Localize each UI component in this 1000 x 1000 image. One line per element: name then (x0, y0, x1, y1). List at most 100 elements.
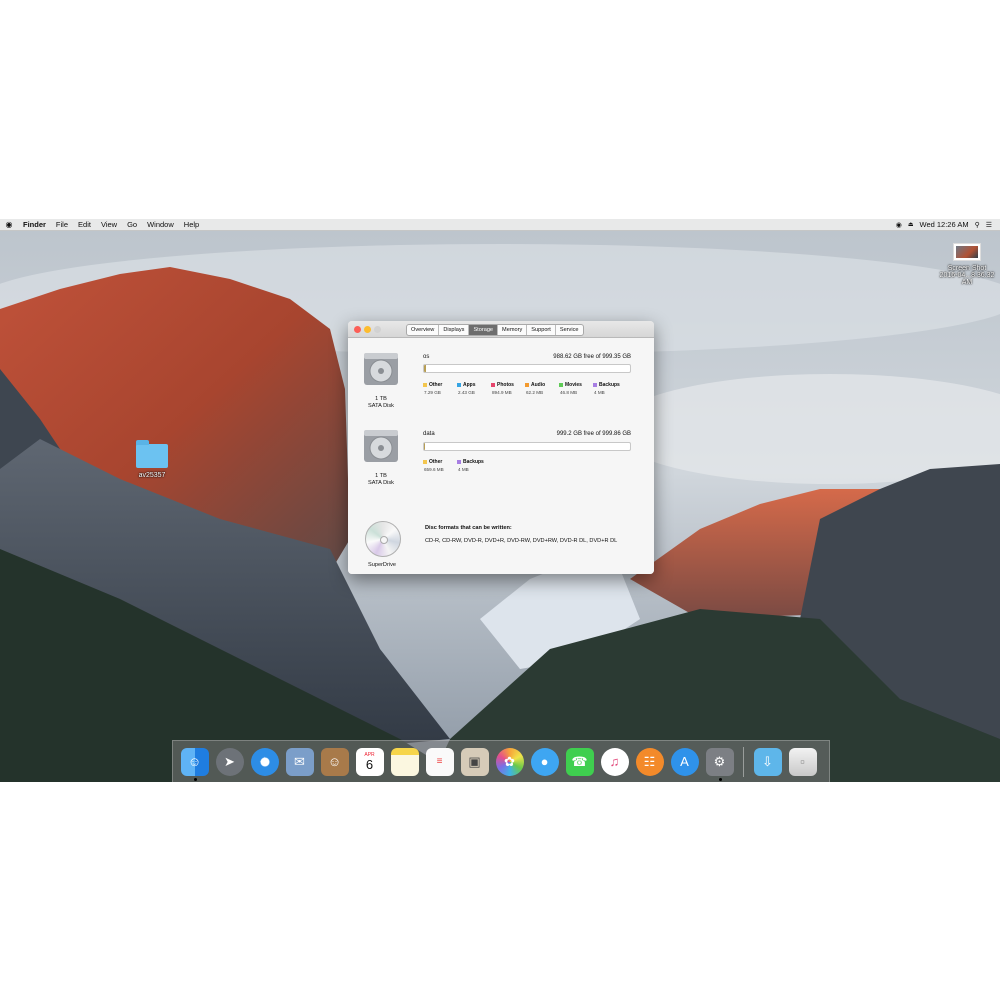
menu-app-name[interactable]: Finder (18, 219, 51, 231)
mail-icon[interactable]: ✉ (285, 747, 314, 776)
menu-help[interactable]: Help (179, 219, 204, 231)
desktop-screen: ◉ Finder File Edit View Go Window Help ◉… (0, 219, 1000, 782)
legend-value: 46.8 MB (560, 390, 578, 395)
disk2-type: SATA Disk (368, 480, 394, 486)
legend-item: Movies 46.8 MB (559, 382, 587, 395)
legend-swatch (423, 460, 427, 464)
legend-label: Audio (525, 382, 553, 388)
dock: ☺ ➤ ✦ ✉ ☺ APR 6 ≡ ▣ ✿ ● ☎ ♫ ☷ A ⚙ ⇩ ▫ (172, 740, 830, 782)
menu-bar: ◉ Finder File Edit View Go Window Help ◉… (0, 219, 1000, 231)
legend-label: Backups (457, 459, 485, 465)
legend-label-text: Apps (463, 382, 476, 388)
legend-value: 659.6 MB (424, 467, 444, 472)
apple-menu-icon[interactable]: ◉ (0, 219, 18, 231)
legend-label-text: Other (429, 459, 443, 465)
legend-value: 4 MB (458, 467, 469, 472)
legend-label: Photos (491, 382, 519, 388)
minimize-button[interactable] (364, 326, 371, 333)
legend-label-text: Backups (463, 459, 484, 465)
disk1-free-space: 988.62 GB free of 999.35 GB (553, 354, 631, 360)
legend-item: Apps 2.43 GB (457, 382, 485, 395)
finder-icon[interactable]: ☺ (180, 747, 209, 781)
menu-go[interactable]: Go (122, 219, 142, 231)
legend-swatch (525, 383, 529, 387)
disk1-caption: 1 TB SATA Disk (351, 396, 411, 410)
desktop-folder[interactable]: av25357 (124, 440, 180, 479)
legend-label: Movies (559, 382, 587, 388)
window-titlebar[interactable]: Overview Displays Storage Memory Support… (348, 321, 654, 338)
disk2-free-space: 999.2 GB free of 999.86 GB (556, 431, 631, 437)
spotlight-icon[interactable]: ⚲ (975, 221, 980, 229)
menu-edit[interactable]: Edit (73, 219, 96, 231)
legend-value: 894.9 MB (492, 390, 512, 395)
launchpad-icon[interactable]: ➤ (215, 747, 244, 776)
system-preferences-icon[interactable]: ⚙ (705, 747, 734, 781)
close-button[interactable] (354, 326, 361, 333)
calendar-icon[interactable]: APR 6 (355, 747, 384, 776)
wifi-icon[interactable]: ◉ (896, 221, 902, 229)
legend-label-text: Movies (565, 382, 582, 388)
app-store-icon[interactable]: A (670, 747, 699, 776)
legend-item: Audio 62.2 MB (525, 382, 553, 395)
dock-separator (743, 746, 744, 777)
tab-displays[interactable]: Displays (439, 325, 470, 335)
legend-label-text: Other (429, 382, 443, 388)
legend-value: 4 MB (594, 390, 605, 395)
hard-disk-icon (364, 430, 398, 462)
tab-memory[interactable]: Memory (498, 325, 528, 335)
zoom-button[interactable] (374, 326, 381, 333)
tab-support[interactable]: Support (527, 325, 556, 335)
notes-icon[interactable] (390, 747, 419, 776)
desktop-screenshot-file[interactable]: Screen Shot 2016-04...8.36.32 AM (934, 243, 1000, 286)
legend-value: 2.43 GB (458, 390, 475, 395)
disk1-size: 1 TB (375, 396, 387, 402)
tab-bar: Overview Displays Storage Memory Support… (406, 324, 584, 336)
contacts-icon[interactable]: ☺ (320, 747, 349, 776)
legend-label-text: Backups (599, 382, 620, 388)
notification-center-icon[interactable]: ☰ (986, 221, 992, 229)
disk1-type: SATA Disk (368, 403, 394, 409)
menu-file[interactable]: File (51, 219, 73, 231)
tab-storage[interactable]: Storage (469, 325, 499, 335)
eject-icon[interactable]: ⏏ (908, 221, 914, 228)
disk2-usage-fill (424, 443, 426, 450)
superdrive-caption: SuperDrive (368, 562, 396, 568)
safari-icon[interactable]: ✦ (250, 747, 279, 776)
disk1-usage-bar (423, 364, 631, 373)
messages-icon[interactable]: ● (530, 747, 559, 776)
disc-formats-title: Disc formats that can be written: (425, 525, 512, 531)
trash-icon[interactable]: ▫ (788, 747, 817, 776)
preview-icon[interactable]: ▣ (460, 747, 489, 776)
itunes-icon[interactable]: ♫ (600, 747, 629, 776)
legend-item: Backups 4 MB (593, 382, 621, 395)
menu-view[interactable]: View (96, 219, 122, 231)
superdrive-disc-icon (365, 521, 401, 557)
downloads-folder-icon[interactable]: ⇩ (753, 747, 782, 776)
legend-swatch (457, 383, 461, 387)
screenshot-label-line2: 2016-04...8.36.32 AM (939, 272, 995, 286)
legend-label: Apps (457, 382, 485, 388)
tab-service[interactable]: Service (556, 325, 583, 335)
legend-item: Other 7.29 GB (423, 382, 451, 395)
ibooks-icon[interactable]: ☷ (635, 747, 664, 776)
legend-item: Photos 894.9 MB (491, 382, 519, 395)
legend-label: Backups (593, 382, 621, 388)
disk2-size: 1 TB (375, 473, 387, 479)
disk2-legend: Other 659.6 MB Backups 4 MB (423, 459, 485, 472)
reminders-icon[interactable]: ≡ (425, 747, 454, 776)
legend-value: 62.2 MB (526, 390, 544, 395)
screenshot-thumbnail-icon (953, 243, 981, 261)
folder-label: av25357 (138, 472, 166, 479)
tab-overview[interactable]: Overview (407, 325, 440, 335)
legend-swatch (593, 383, 597, 387)
legend-swatch (559, 383, 563, 387)
legend-swatch (457, 460, 461, 464)
legend-swatch (491, 383, 495, 387)
menu-clock[interactable]: Wed 12:26 AM (920, 220, 969, 229)
legend-value: 7.29 GB (424, 390, 441, 395)
photos-icon[interactable]: ✿ (495, 747, 524, 776)
legend-label: Other (423, 459, 451, 465)
disk2-caption: 1 TB SATA Disk (351, 473, 411, 487)
menu-window[interactable]: Window (142, 219, 179, 231)
facetime-icon[interactable]: ☎ (565, 747, 594, 776)
